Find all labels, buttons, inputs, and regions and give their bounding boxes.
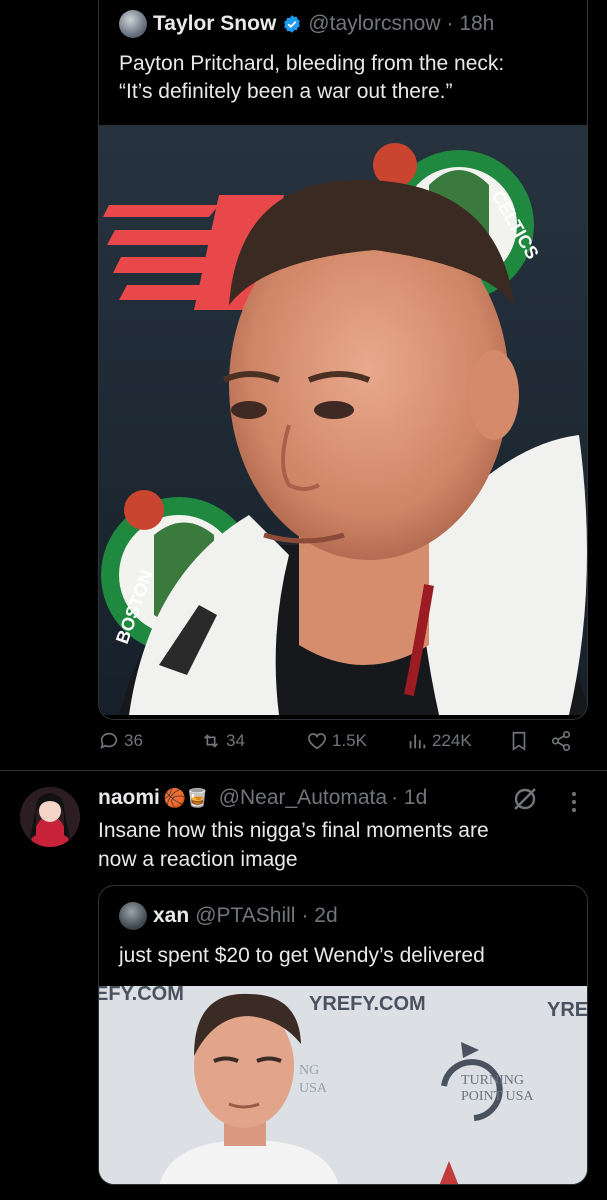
more-options-icon[interactable] <box>566 790 582 814</box>
quoted-tweet-text-line2: “It’s definitely been a war out there.” <box>119 80 453 103</box>
quoted-tweet-text: Payton Pritchard, bleeding from the neck… <box>119 50 579 106</box>
tweet-action-bar: 36 34 1.5K 224K <box>98 726 588 760</box>
like-count: 1.5K <box>332 731 367 750</box>
taylor-snow-avatar[interactable] <box>119 10 147 38</box>
logo-line2: POINT USA <box>461 1089 534 1104</box>
inner-quote-header: xan @PTAShill · 2d <box>119 902 338 930</box>
reply-text-line1: Insane how this nigga’s final moments ar… <box>98 819 489 842</box>
share-icon <box>551 731 571 751</box>
logo-line1: TURNING <box>461 1073 524 1088</box>
tweet-divider <box>0 770 607 771</box>
repost-button[interactable]: 34 <box>200 730 245 752</box>
author-handle[interactable]: @taylorcsnow <box>308 12 440 36</box>
reply-icon <box>100 732 118 749</box>
analytics-icon <box>409 734 426 749</box>
verified-badge-icon <box>284 15 301 33</box>
reply-author-handle[interactable]: @Near_Automata <box>219 786 387 810</box>
reply-button[interactable]: 36 <box>98 730 143 752</box>
inner-author-name[interactable]: xan <box>153 904 189 928</box>
inner-author-handle[interactable]: @PTAShill <box>195 904 295 928</box>
xan-avatar[interactable] <box>119 902 147 930</box>
inner-photo-illustration: EFY.COM YREFY.COM YRE NG USA TURNING POI… <box>99 986 588 1184</box>
inner-quote-card[interactable]: xan @PTAShill · 2d just spent $20 to get… <box>98 885 588 1185</box>
inner-quote-text: just spent $20 to get Wendy’s delivered <box>119 944 485 967</box>
player-photo-illustration: CELTICS BOSTON <box>99 125 587 715</box>
reply-text-line2: now a reaction image <box>98 848 298 871</box>
reply-author-emoji: 🏀🥃 <box>163 787 209 808</box>
author-name[interactable]: Taylor Snow <box>153 12 276 36</box>
reply-author-name[interactable]: naomi <box>98 786 160 810</box>
anime-avatar-icon <box>20 787 80 847</box>
repost-count: 34 <box>226 731 245 750</box>
backdrop-text-ng: NG <box>299 1063 319 1078</box>
heart-icon <box>307 733 327 750</box>
quoted-tweet-header: Taylor Snow @taylorcsnow · 18h <box>119 10 494 38</box>
reply-header: naomi 🏀🥃 @Near_Automata · 1d <box>98 786 427 810</box>
reply-time[interactable]: · 1d <box>391 786 427 810</box>
tweet-photo[interactable]: CELTICS BOSTON <box>99 125 587 715</box>
backdrop-text-usa: USA <box>299 1081 328 1096</box>
backdrop-text-mid: YREFY.COM <box>309 993 426 1015</box>
bookmark-button[interactable] <box>508 730 530 752</box>
naomi-avatar[interactable] <box>20 787 80 847</box>
repost-icon <box>203 734 219 748</box>
inner-quote-photo[interactable]: EFY.COM YREFY.COM YRE NG USA TURNING POI… <box>99 986 588 1184</box>
inner-time[interactable]: · 2d <box>301 904 337 928</box>
backdrop-text-left: EFY.COM <box>99 986 184 1005</box>
quoted-tweet-card[interactable]: Taylor Snow @taylorcsnow · 18h Payton Pr… <box>98 0 588 720</box>
grok-icon[interactable] <box>510 784 540 814</box>
reply-text: Insane how this nigga’s final moments ar… <box>98 816 568 874</box>
reply-count: 36 <box>124 731 143 750</box>
view-count: 224K <box>432 731 472 750</box>
tweet-time[interactable]: · 18h <box>447 12 495 36</box>
quoted-tweet-text-line1: Payton Pritchard, bleeding from the neck… <box>119 52 505 75</box>
like-button[interactable]: 1.5K <box>306 730 367 752</box>
share-button[interactable] <box>550 730 572 752</box>
bookmark-icon <box>512 731 526 751</box>
backdrop-text-right: YRE <box>547 999 588 1021</box>
views-button[interactable]: 224K <box>406 730 472 752</box>
